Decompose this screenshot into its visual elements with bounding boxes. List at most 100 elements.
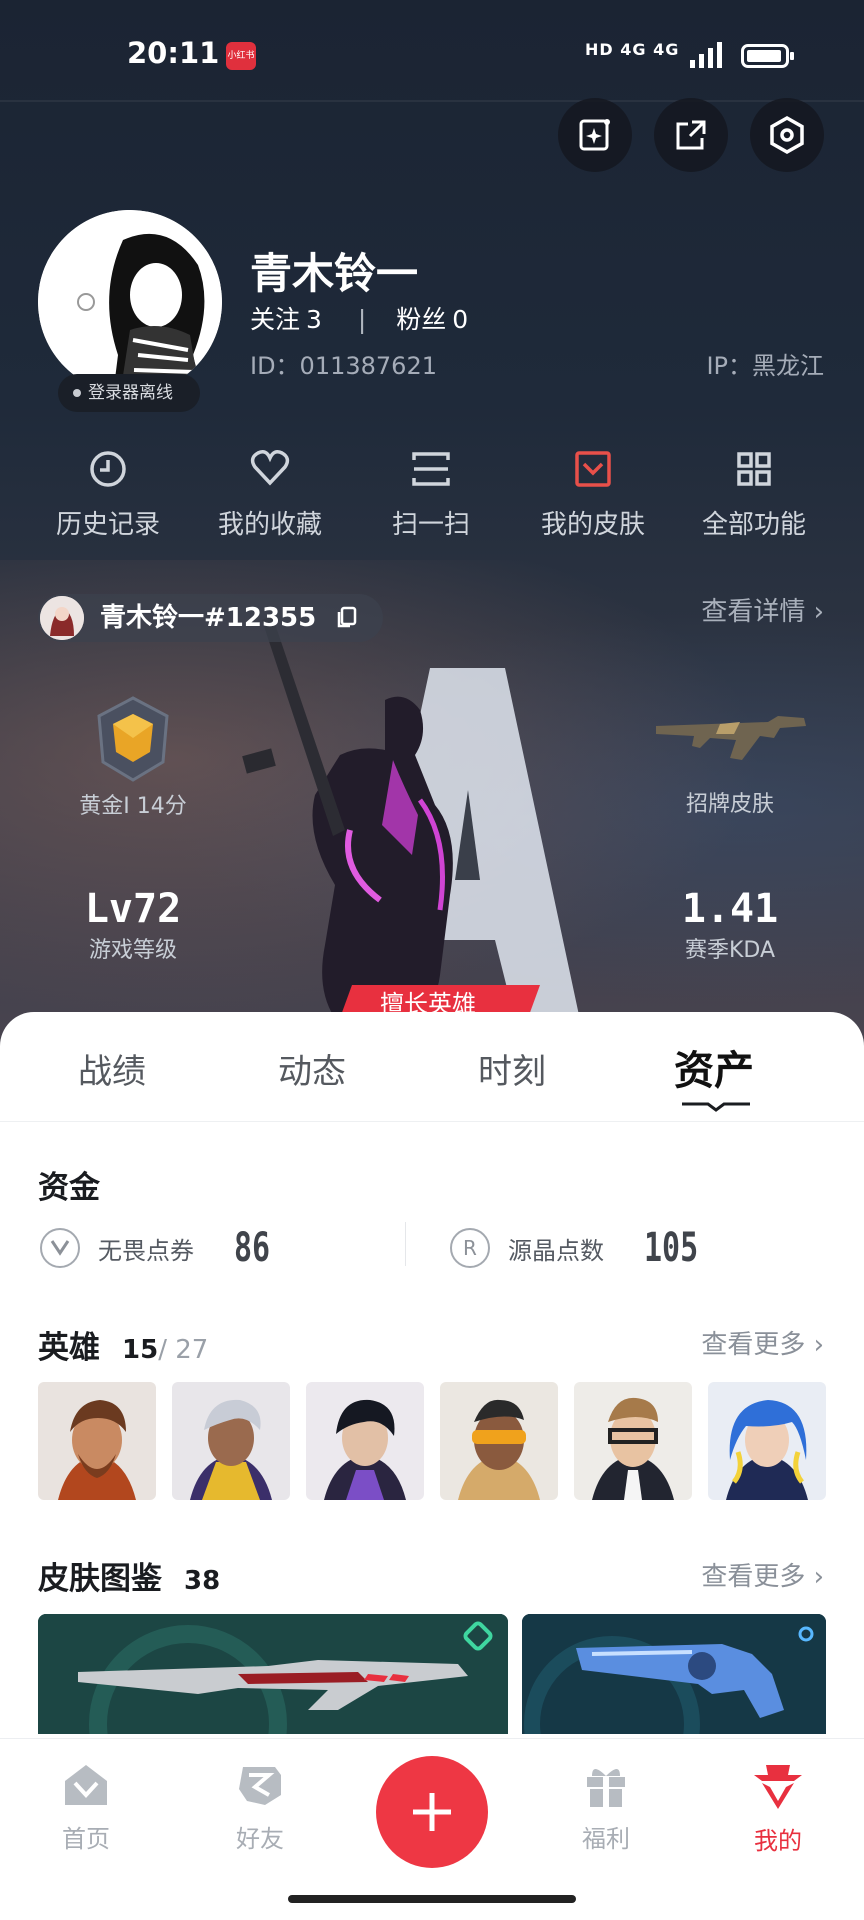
shortcut-bar: 历史记录 我的收藏 扫一扫 我的皮肤 全部功能 bbox=[0, 448, 864, 540]
friends-icon bbox=[239, 1767, 281, 1805]
game-avatar bbox=[40, 596, 84, 640]
tab-feed[interactable]: 动态 bbox=[212, 1044, 412, 1093]
funds-title: 资金 bbox=[38, 1170, 100, 1206]
shortcut-favorites[interactable]: 我的收藏 bbox=[190, 448, 350, 541]
skin-card[interactable] bbox=[522, 1614, 826, 1734]
shortcut-history-label: 历史记录 bbox=[55, 510, 160, 540]
skins-more-link[interactable]: 查看更多 › bbox=[701, 1556, 824, 1593]
follow-stats: 关注 3 | 粉丝 0 bbox=[250, 300, 474, 336]
heroes-more-link[interactable]: 查看更多 › bbox=[701, 1324, 824, 1361]
rank-label: 黄金I 14分 bbox=[79, 794, 187, 819]
heart-icon bbox=[250, 450, 290, 486]
valor-point-icon bbox=[40, 1228, 80, 1268]
hero-card[interactable] bbox=[574, 1382, 692, 1500]
avatar-image bbox=[38, 210, 222, 394]
settings-hexagon-icon bbox=[770, 115, 804, 155]
home-indicator[interactable] bbox=[288, 1895, 576, 1903]
following-count[interactable]: 3 bbox=[306, 305, 322, 334]
hero-card[interactable] bbox=[708, 1382, 826, 1500]
create-button[interactable] bbox=[376, 1756, 488, 1868]
signature-skin-label: 招牌皮肤 bbox=[685, 792, 774, 817]
radianite-points[interactable]: R 源晶点数 105 bbox=[450, 1225, 716, 1271]
shortcut-all-functions[interactable]: 全部功能 bbox=[674, 448, 834, 541]
network-indicator: HD 4G 4G bbox=[585, 40, 680, 59]
kda-value: 1.41 bbox=[681, 886, 779, 932]
tab-assets[interactable]: 资产 bbox=[614, 1038, 814, 1096]
scan-icon bbox=[412, 452, 450, 486]
heroes-total: / 27 bbox=[158, 1335, 209, 1365]
share-button[interactable] bbox=[654, 98, 728, 172]
fans-label[interactable]: 粉丝 bbox=[396, 305, 446, 334]
nav-me[interactable]: 我的 bbox=[708, 1761, 848, 1856]
nav-friends-label: 好友 bbox=[236, 1825, 284, 1853]
heroes-title-text: 英雄 bbox=[38, 1330, 100, 1366]
rifle-skin-icon bbox=[656, 716, 806, 760]
game-account-tag[interactable]: 青木铃一#12355 bbox=[38, 594, 384, 642]
vandal-skin-image bbox=[38, 1614, 508, 1734]
nav-me-label: 我的 bbox=[754, 1827, 802, 1855]
view-details-link[interactable]: 查看详情 › bbox=[701, 594, 824, 630]
card-sparkle-button[interactable] bbox=[558, 98, 632, 172]
level-value: Lv72 bbox=[84, 886, 182, 932]
signature-skin-stat[interactable]: 招牌皮肤 bbox=[620, 708, 840, 818]
ip-location: IP：黑龙江 bbox=[706, 352, 824, 380]
profile-name: 青木铃一 bbox=[250, 249, 419, 298]
skins-count: 38 bbox=[184, 1566, 221, 1596]
copy-icon[interactable] bbox=[335, 605, 359, 629]
radianite-icon: R bbox=[450, 1228, 490, 1268]
level-stat: Lv72 游戏等级 bbox=[58, 886, 208, 964]
profile-header: 擅长英雄 20:11 小红书 HD 4G 4G 登录器离线 青木铃一 关注 3 |… bbox=[0, 0, 864, 1060]
home-icon bbox=[65, 1765, 107, 1805]
sparkle-card-icon bbox=[579, 119, 610, 151]
tab-records[interactable]: 战绩 bbox=[12, 1044, 212, 1093]
status-bar: 20:11 小红书 HD 4G 4G bbox=[0, 0, 864, 110]
valor-points[interactable]: 无畏点券 86 bbox=[40, 1225, 282, 1271]
nav-home[interactable]: 首页 bbox=[16, 1761, 156, 1854]
shortcut-history[interactable]: 历史记录 bbox=[28, 448, 188, 541]
active-tab-indicator bbox=[682, 1102, 750, 1112]
funds-divider bbox=[405, 1222, 406, 1266]
nav-benefits[interactable]: 福利 bbox=[536, 1761, 676, 1854]
radianite-points-label: 源晶点数 bbox=[508, 1236, 604, 1265]
hero-card[interactable] bbox=[440, 1382, 558, 1500]
nav-friends[interactable]: 好友 bbox=[190, 1761, 330, 1854]
shortcut-my-skins-label: 我的皮肤 bbox=[540, 510, 645, 540]
hero-card[interactable] bbox=[306, 1382, 424, 1500]
launcher-status-badge: 登录器离线 bbox=[58, 374, 200, 412]
fans-count[interactable]: 0 bbox=[452, 305, 468, 334]
hero-card[interactable] bbox=[38, 1382, 156, 1500]
skin-card[interactable] bbox=[38, 1614, 508, 1734]
shortcut-scan[interactable]: 扫一扫 bbox=[351, 448, 511, 541]
kda-stat: 1.41 赛季KDA bbox=[660, 886, 800, 964]
skin-icon bbox=[575, 451, 611, 487]
hero-card[interactable] bbox=[172, 1382, 290, 1500]
me-icon bbox=[754, 1765, 802, 1809]
shortcut-my-skins[interactable]: 我的皮肤 bbox=[513, 448, 673, 541]
nav-home-label: 首页 bbox=[62, 1825, 110, 1853]
nav-benefits-label: 福利 bbox=[582, 1825, 630, 1853]
settings-button[interactable] bbox=[750, 98, 824, 172]
signal-icon bbox=[690, 42, 722, 68]
user-id: ID：011387621 bbox=[250, 352, 437, 380]
app-notification-badge: 小红书 bbox=[226, 42, 256, 70]
shortcut-all-functions-label: 全部功能 bbox=[701, 510, 806, 540]
hero-list bbox=[38, 1382, 828, 1500]
heroes-owned: 15 bbox=[122, 1335, 159, 1365]
gift-icon bbox=[587, 1769, 625, 1807]
level-label: 游戏等级 bbox=[88, 938, 177, 963]
avatar[interactable] bbox=[38, 210, 222, 394]
tab-moments[interactable]: 时刻 bbox=[412, 1044, 612, 1093]
status-time: 20:11 bbox=[127, 36, 220, 70]
radianite-points-value: 105 bbox=[644, 1225, 699, 1271]
history-icon bbox=[90, 451, 126, 487]
grid-icon bbox=[737, 452, 771, 486]
game-account-name: 青木铃一#12355 bbox=[100, 603, 317, 633]
skins-title: 皮肤图鉴 38 bbox=[38, 1553, 220, 1598]
heroes-title: 英雄 15/ 27 bbox=[38, 1322, 208, 1367]
following-label[interactable]: 关注 bbox=[250, 305, 300, 334]
battery-icon bbox=[741, 44, 794, 68]
revolver-skin-image bbox=[522, 1614, 826, 1734]
plus-icon bbox=[413, 1793, 451, 1831]
rank-stat[interactable]: 黄金I 14分 bbox=[58, 694, 208, 820]
kda-label: 赛季KDA bbox=[684, 938, 776, 963]
